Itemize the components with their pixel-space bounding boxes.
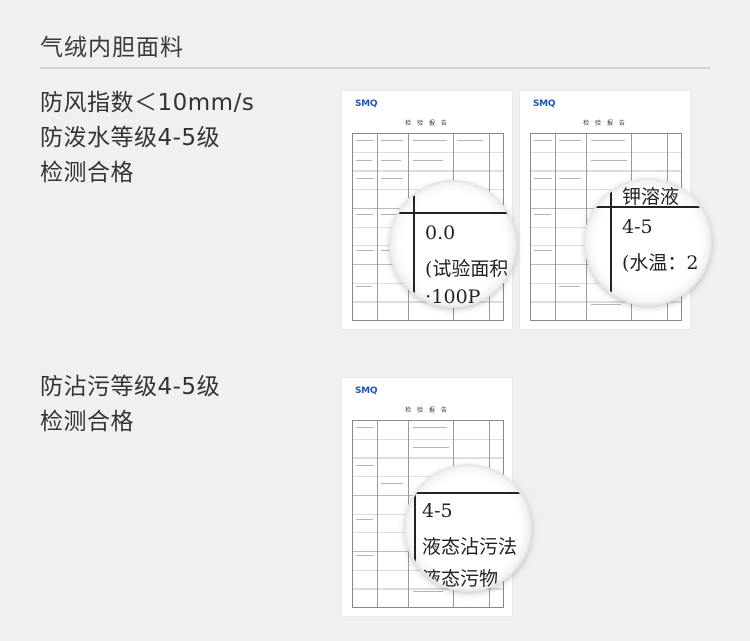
- section-title: 气绒内胆面料: [40, 35, 184, 61]
- smq-logo: SMQ: [355, 99, 378, 109]
- magnified-value: 4-5: [622, 216, 653, 238]
- feature-test-passed: 检测合格: [40, 160, 134, 186]
- report-title: 检 验 报 告: [405, 407, 449, 414]
- magnified-text: 液态污物: [422, 568, 499, 590]
- report-title: 检 验 报 告: [583, 120, 627, 127]
- feature-list-wind-water: 防风指数＜10mm/s 防泼水等级4-5级 检测合格: [40, 86, 254, 191]
- magnified-text: 液态沾污法: [422, 536, 518, 558]
- smq-logo: SMQ: [355, 386, 378, 396]
- magnifier-lens-3: 4-5 液态沾污法 液态污物: [406, 466, 530, 590]
- feature-wind-index: 防风指数＜10mm/s: [40, 90, 255, 116]
- magnified-value: 0.0: [425, 222, 456, 244]
- magnified-text: (水温：2: [622, 252, 699, 274]
- feature-list-stain: 防沾污等级4-5级 检测合格: [40, 370, 220, 440]
- magnified-text: :100P: [425, 286, 481, 306]
- magnifier-lens-1: 0.0 (试验面积 :100P: [391, 182, 515, 306]
- magnified-text: 钾溶液: [622, 186, 680, 208]
- feature-test-passed-2: 检测合格: [40, 409, 134, 435]
- smq-logo: SMQ: [533, 99, 556, 109]
- section-divider: [40, 67, 710, 69]
- feature-water-repellency: 防泼水等级4-5级: [40, 125, 221, 151]
- magnified-text: (试验面积: [425, 258, 509, 280]
- feature-stain-resistance: 防沾污等级4-5级: [40, 374, 221, 400]
- report-title: 检 验 报 告: [405, 120, 449, 127]
- magnified-value: 4-5: [422, 500, 453, 522]
- magnifier-lens-2: 钾溶液 4-5 (水温：2: [586, 180, 710, 304]
